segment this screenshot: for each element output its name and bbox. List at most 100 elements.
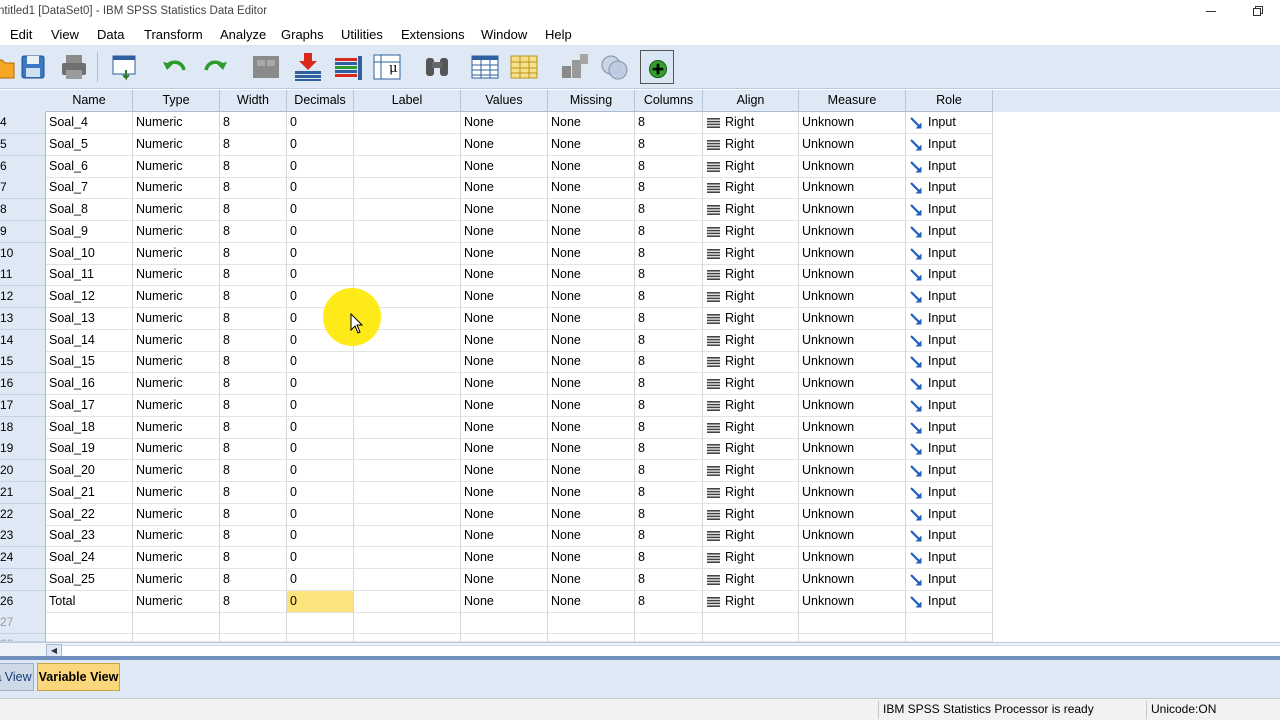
cell-type[interactable]: Numeric	[133, 177, 220, 199]
column-header-role[interactable]: Role	[906, 90, 993, 112]
cell-columns[interactable]: 8	[635, 547, 703, 569]
row-number[interactable]: 6	[0, 156, 46, 178]
cell-name[interactable]: Soal_17	[46, 395, 133, 417]
cell-missing[interactable]: None	[548, 482, 635, 504]
menu-transform[interactable]: Transform	[144, 27, 203, 42]
cell-measure[interactable]: Unknown	[799, 264, 906, 286]
cell-label[interactable]	[354, 156, 461, 178]
cell-name[interactable]: Soal_15	[46, 351, 133, 373]
cell-role[interactable]: Input	[906, 243, 993, 265]
cell-align[interactable]: Right	[703, 156, 799, 178]
cell-type[interactable]: Numeric	[133, 330, 220, 352]
cell-measure[interactable]: Unknown	[799, 591, 906, 613]
cell-align[interactable]: Right	[703, 351, 799, 373]
row-number[interactable]: 11	[0, 264, 46, 286]
split-file-icon[interactable]	[468, 50, 502, 84]
scroll-track[interactable]	[62, 645, 1280, 656]
cell-align[interactable]: Right	[703, 460, 799, 482]
cell-measure[interactable]: Unknown	[799, 112, 906, 134]
goto-case-icon[interactable]	[249, 50, 283, 84]
cell-values[interactable]: None	[461, 199, 548, 221]
cell-columns[interactable]: 8	[635, 134, 703, 156]
cell-type[interactable]: Numeric	[133, 525, 220, 547]
cell-type[interactable]: Numeric	[133, 395, 220, 417]
cell-role[interactable]: Input	[906, 395, 993, 417]
cell-missing[interactable]: None	[548, 330, 635, 352]
cell-values[interactable]: None	[461, 395, 548, 417]
empty-cell[interactable]	[220, 634, 287, 642]
cell-missing[interactable]: None	[548, 395, 635, 417]
cell-type[interactable]: Numeric	[133, 243, 220, 265]
cell-name[interactable]: Soal_23	[46, 525, 133, 547]
cell-missing[interactable]: None	[548, 460, 635, 482]
cell-role[interactable]: Input	[906, 591, 993, 613]
cell-missing[interactable]: None	[548, 591, 635, 613]
cell-width[interactable]: 8	[220, 156, 287, 178]
cell-role[interactable]: Input	[906, 221, 993, 243]
empty-cell[interactable]	[133, 612, 220, 634]
cell-measure[interactable]: Unknown	[799, 177, 906, 199]
cell-measure[interactable]: Unknown	[799, 373, 906, 395]
cell-values[interactable]: None	[461, 525, 548, 547]
cell-type[interactable]: Numeric	[133, 351, 220, 373]
cell-align[interactable]: Right	[703, 308, 799, 330]
row-number[interactable]: 20	[0, 460, 46, 482]
cell-columns[interactable]: 8	[635, 243, 703, 265]
empty-cell[interactable]	[548, 634, 635, 642]
cell-decimals[interactable]: 0	[287, 243, 354, 265]
cell-align[interactable]: Right	[703, 438, 799, 460]
cell-width[interactable]: 8	[220, 221, 287, 243]
value-labels-icon[interactable]	[598, 50, 632, 84]
cell-type[interactable]: Numeric	[133, 438, 220, 460]
cell-values[interactable]: None	[461, 177, 548, 199]
cell-name[interactable]: Soal_25	[46, 569, 133, 591]
weight-cases-icon[interactable]	[507, 50, 541, 84]
cell-align[interactable]: Right	[703, 221, 799, 243]
cell-columns[interactable]: 8	[635, 525, 703, 547]
cell-label[interactable]	[354, 395, 461, 417]
menu-edit[interactable]: Edit	[10, 27, 32, 42]
menu-analyze[interactable]: Analyze	[220, 27, 266, 42]
cell-name[interactable]: Soal_19	[46, 438, 133, 460]
row-number[interactable]: 22	[0, 504, 46, 526]
empty-cell[interactable]	[287, 634, 354, 642]
cell-type[interactable]: Numeric	[133, 221, 220, 243]
cell-measure[interactable]: Unknown	[799, 547, 906, 569]
cell-type[interactable]: Numeric	[133, 134, 220, 156]
cell-values[interactable]: None	[461, 460, 548, 482]
cell-align[interactable]: Right	[703, 243, 799, 265]
cell-name[interactable]: Soal_13	[46, 308, 133, 330]
column-header-type[interactable]: Type	[133, 90, 220, 112]
row-number[interactable]: 26	[0, 591, 46, 613]
cell-columns[interactable]: 8	[635, 591, 703, 613]
cell-align[interactable]: Right	[703, 547, 799, 569]
cell-measure[interactable]: Unknown	[799, 525, 906, 547]
cell-decimals[interactable]: 0	[287, 460, 354, 482]
cell-columns[interactable]: 8	[635, 482, 703, 504]
empty-cell[interactable]	[46, 612, 133, 634]
cell-name[interactable]: Soal_14	[46, 330, 133, 352]
cell-type[interactable]: Numeric	[133, 286, 220, 308]
cell-values[interactable]: None	[461, 286, 548, 308]
cell-role[interactable]: Input	[906, 112, 993, 134]
cell-align[interactable]: Right	[703, 286, 799, 308]
cell-columns[interactable]: 8	[635, 504, 703, 526]
row-number[interactable]: 5	[0, 134, 46, 156]
cell-missing[interactable]: None	[548, 308, 635, 330]
column-header-measure[interactable]: Measure	[799, 90, 906, 112]
cell-columns[interactable]: 8	[635, 156, 703, 178]
cell-measure[interactable]: Unknown	[799, 438, 906, 460]
cell-type[interactable]: Numeric	[133, 591, 220, 613]
empty-cell[interactable]	[548, 612, 635, 634]
cell-align[interactable]: Right	[703, 482, 799, 504]
menu-extensions[interactable]: Extensions	[401, 27, 465, 42]
cell-role[interactable]: Input	[906, 156, 993, 178]
row-number[interactable]: 17	[0, 395, 46, 417]
cell-values[interactable]: None	[461, 417, 548, 439]
cell-values[interactable]: None	[461, 482, 548, 504]
cell-columns[interactable]: 8	[635, 417, 703, 439]
cell-role[interactable]: Input	[906, 525, 993, 547]
cell-columns[interactable]: 8	[635, 569, 703, 591]
cell-label[interactable]	[354, 591, 461, 613]
cell-missing[interactable]: None	[548, 112, 635, 134]
